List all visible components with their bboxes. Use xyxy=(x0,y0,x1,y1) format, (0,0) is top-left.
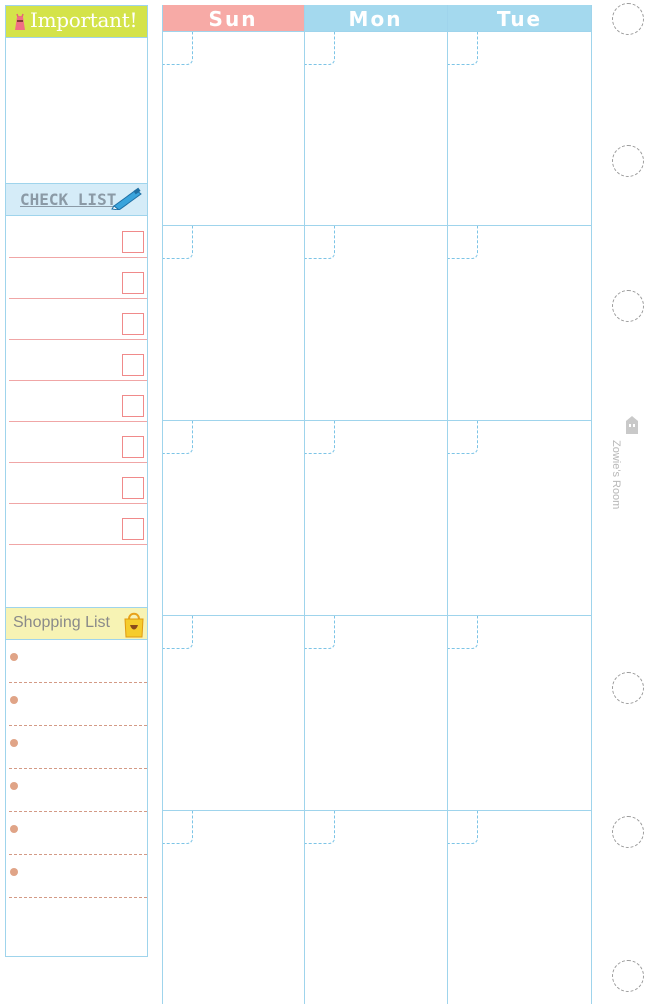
checkbox[interactable] xyxy=(122,436,144,458)
checklist-header: CHECK LIST xyxy=(6,183,147,216)
date-number-box[interactable] xyxy=(163,32,193,65)
left-notes-panel: Important! CHECK LIST Shopping List xyxy=(5,5,148,957)
day-cell[interactable] xyxy=(305,811,446,998)
checkbox[interactable] xyxy=(122,477,144,499)
day-header-mon: Mon xyxy=(304,5,447,31)
date-number-box[interactable] xyxy=(163,421,193,454)
day-cell[interactable] xyxy=(448,616,591,809)
pen-icon xyxy=(111,187,142,210)
important-title: Important! xyxy=(30,8,138,32)
grid-header-line xyxy=(162,31,592,32)
checklist-row[interactable] xyxy=(9,463,147,504)
day-cell[interactable] xyxy=(305,421,446,614)
day-header-sun: Sun xyxy=(162,5,304,31)
checklist-row[interactable] xyxy=(9,258,147,299)
binder-hole xyxy=(612,816,644,848)
date-number-box[interactable] xyxy=(448,616,478,649)
day-cell[interactable] xyxy=(163,226,303,419)
important-header: Important! xyxy=(6,6,147,38)
checkbox[interactable] xyxy=(122,231,144,253)
day-cell[interactable] xyxy=(448,226,591,419)
day-cell[interactable] xyxy=(305,616,446,809)
bullet-dot xyxy=(10,868,18,876)
date-number-box[interactable] xyxy=(305,421,335,454)
shopping-item[interactable] xyxy=(9,725,147,769)
checklist-row[interactable] xyxy=(9,299,147,340)
date-number-box[interactable] xyxy=(163,616,193,649)
shopping-item[interactable] xyxy=(9,639,147,683)
shopping-item[interactable] xyxy=(9,682,147,726)
day-cell[interactable] xyxy=(163,421,303,614)
binder-hole xyxy=(612,960,644,992)
checkbox[interactable] xyxy=(122,272,144,294)
calendar-grid: Sun Mon Tue xyxy=(162,5,592,1004)
bullet-dot xyxy=(10,825,18,833)
day-cell[interactable] xyxy=(163,811,303,998)
date-number-box[interactable] xyxy=(305,616,335,649)
date-number-box[interactable] xyxy=(163,226,193,259)
day-cell[interactable] xyxy=(448,811,591,998)
bullet-dot xyxy=(10,696,18,704)
checklist-row[interactable] xyxy=(9,504,147,545)
binder-hole xyxy=(612,290,644,322)
checklist-row[interactable] xyxy=(9,217,147,258)
shopping-item[interactable] xyxy=(9,811,147,855)
date-number-box[interactable] xyxy=(305,226,335,259)
shopping-item[interactable] xyxy=(9,854,147,898)
bullet-dot xyxy=(10,653,18,661)
day-header-tue: Tue xyxy=(447,5,592,31)
day-cell[interactable] xyxy=(305,32,446,224)
binder-hole xyxy=(612,145,644,177)
checklist-title: CHECK LIST xyxy=(20,190,117,209)
checkbox[interactable] xyxy=(122,354,144,376)
important-notes-area[interactable] xyxy=(6,38,147,183)
date-number-box[interactable] xyxy=(448,421,478,454)
day-cell[interactable] xyxy=(305,226,446,419)
binder-hole xyxy=(612,3,644,35)
day-cell[interactable] xyxy=(163,32,303,224)
shopping-bag-icon xyxy=(124,612,144,638)
checkbox[interactable] xyxy=(122,313,144,335)
day-cell[interactable] xyxy=(448,32,591,224)
shopping-title: Shopping List xyxy=(13,614,110,631)
binder-hole xyxy=(612,672,644,704)
date-number-box[interactable] xyxy=(305,32,335,65)
brand-text: Zowie's Room xyxy=(610,440,622,510)
date-number-box[interactable] xyxy=(448,32,478,65)
shopping-header: Shopping List xyxy=(6,607,147,640)
date-number-box[interactable] xyxy=(448,226,478,259)
checkbox[interactable] xyxy=(122,518,144,540)
dress-icon xyxy=(15,13,25,30)
shopping-item[interactable] xyxy=(9,768,147,812)
grid-column-line xyxy=(591,5,592,1004)
checkbox[interactable] xyxy=(122,395,144,417)
bullet-dot xyxy=(10,782,18,790)
checklist-row[interactable] xyxy=(9,422,147,463)
house-logo-icon xyxy=(626,416,638,434)
date-number-box[interactable] xyxy=(448,811,478,844)
date-number-box[interactable] xyxy=(163,811,193,844)
date-number-box[interactable] xyxy=(305,811,335,844)
day-cell[interactable] xyxy=(163,616,303,809)
checklist-row[interactable] xyxy=(9,340,147,381)
day-cell[interactable] xyxy=(448,421,591,614)
bullet-dot xyxy=(10,739,18,747)
checklist-row[interactable] xyxy=(9,381,147,422)
